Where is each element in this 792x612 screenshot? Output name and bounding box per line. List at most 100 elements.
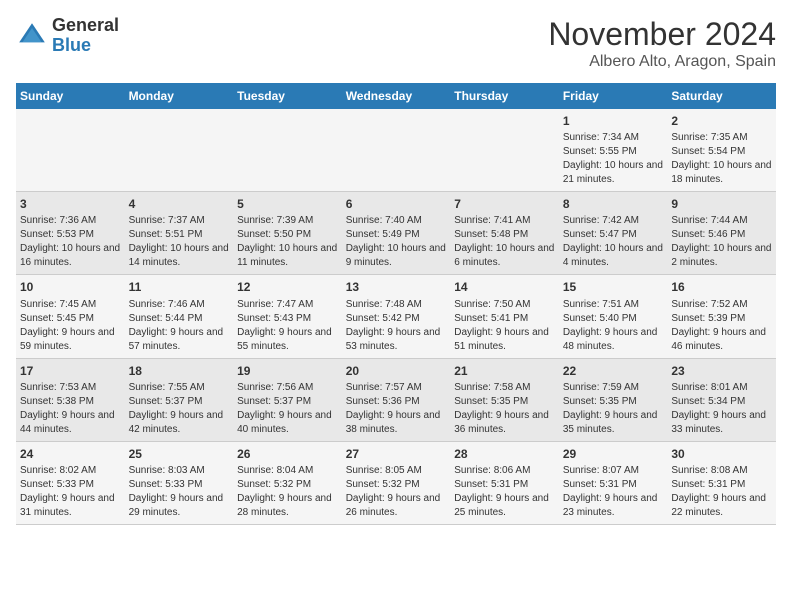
calendar-cell: 16 Sunrise: 7:52 AM Sunset: 5:39 PM Dayli… <box>667 275 776 358</box>
calendar-cell: 18Sunrise: 7:55 AM Sunset: 5:37 PM Dayli… <box>125 358 234 441</box>
calendar-week-row: 1Sunrise: 7:34 AM Sunset: 5:55 PM Daylig… <box>16 109 776 192</box>
day-number: 7 <box>454 196 555 212</box>
title-block: November 2024 Albero Alto, Aragon, Spain <box>548 16 776 71</box>
calendar-cell: 28 Sunrise: 8:06 AM Sunset: 5:31 PM Dayli… <box>450 441 559 524</box>
logo-text: General Blue <box>52 16 119 56</box>
day-info: Sunrise: 7:47 AM Sunset: 5:43 PM Dayligh… <box>237 298 338 354</box>
calendar-header-row: SundayMondayTuesdayWednesdayThursdayFrid… <box>16 83 776 109</box>
logo-icon <box>16 20 48 52</box>
day-info: Sunrise: 7:35 AM Sunset: 5:54 PM Dayligh… <box>671 131 772 187</box>
calendar-week-row: 24 Sunrise: 8:02 AM Sunset: 5:33 PM Dayli… <box>16 441 776 524</box>
calendar-cell: 23Sunrise: 8:01 AM Sunset: 5:34 PM Dayli… <box>667 358 776 441</box>
logo: General Blue <box>16 16 119 56</box>
day-number: 14 <box>454 279 555 295</box>
calendar-cell: 10 Sunrise: 7:45 AM Sunset: 5:45 PM Dayli… <box>16 275 125 358</box>
calendar-cell: 7 Sunrise: 7:41 AM Sunset: 5:48 PM Daylig… <box>450 192 559 275</box>
day-info: Sunrise: 7:42 AM Sunset: 5:47 PM Dayligh… <box>563 214 664 270</box>
day-info: Sunrise: 7:41 AM Sunset: 5:48 PM Dayligh… <box>454 214 555 270</box>
location-subtitle: Albero Alto, Aragon, Spain <box>548 53 776 71</box>
day-number: 22 <box>563 363 664 379</box>
day-info: Sunrise: 7:50 AM Sunset: 5:41 PM Dayligh… <box>454 298 555 354</box>
day-info: Sunrise: 8:05 AM Sunset: 5:32 PM Dayligh… <box>346 464 447 520</box>
day-header-monday: Monday <box>125 83 234 109</box>
calendar-week-row: 17 Sunrise: 7:53 AM Sunset: 5:38 PM Dayli… <box>16 358 776 441</box>
calendar-cell: 11 Sunrise: 7:46 AM Sunset: 5:44 PM Dayli… <box>125 275 234 358</box>
calendar-cell: 15 Sunrise: 7:51 AM Sunset: 5:40 PM Dayli… <box>559 275 668 358</box>
day-number: 12 <box>237 279 338 295</box>
day-number: 6 <box>346 196 447 212</box>
day-number: 27 <box>346 446 447 462</box>
day-info: Sunrise: 8:02 AM Sunset: 5:33 PM Dayligh… <box>20 464 121 520</box>
calendar-cell: 20 Sunrise: 7:57 AM Sunset: 5:36 PM Dayli… <box>342 358 451 441</box>
calendar-cell <box>342 109 451 192</box>
day-number: 5 <box>237 196 338 212</box>
day-number: 11 <box>129 279 230 295</box>
day-number: 16 <box>671 279 772 295</box>
calendar-cell: 30 Sunrise: 8:08 AM Sunset: 5:31 PM Dayli… <box>667 441 776 524</box>
calendar-cell: 13 Sunrise: 7:48 AM Sunset: 5:42 PM Dayli… <box>342 275 451 358</box>
day-number: 26 <box>237 446 338 462</box>
calendar-week-row: 10 Sunrise: 7:45 AM Sunset: 5:45 PM Dayli… <box>16 275 776 358</box>
day-info: Sunrise: 7:57 AM Sunset: 5:36 PM Dayligh… <box>346 381 447 437</box>
day-number: 17 <box>20 363 121 379</box>
day-number: 10 <box>20 279 121 295</box>
day-number: 19 <box>237 363 338 379</box>
calendar-cell <box>450 109 559 192</box>
calendar-week-row: 3 Sunrise: 7:36 AM Sunset: 5:53 PM Daylig… <box>16 192 776 275</box>
day-info: Sunrise: 8:07 AM Sunset: 5:31 PM Dayligh… <box>563 464 664 520</box>
day-info: Sunrise: 7:51 AM Sunset: 5:40 PM Dayligh… <box>563 298 664 354</box>
day-number: 29 <box>563 446 664 462</box>
day-info: Sunrise: 7:55 AM Sunset: 5:37 PM Dayligh… <box>129 381 230 437</box>
day-number: 4 <box>129 196 230 212</box>
logo-blue: Blue <box>52 36 119 56</box>
calendar-cell: 25 Sunrise: 8:03 AM Sunset: 5:33 PM Dayli… <box>125 441 234 524</box>
calendar-cell: 8 Sunrise: 7:42 AM Sunset: 5:47 PM Daylig… <box>559 192 668 275</box>
calendar-cell: 3 Sunrise: 7:36 AM Sunset: 5:53 PM Daylig… <box>16 192 125 275</box>
calendar-cell: 1Sunrise: 7:34 AM Sunset: 5:55 PM Daylig… <box>559 109 668 192</box>
day-info: Sunrise: 7:45 AM Sunset: 5:45 PM Dayligh… <box>20 298 121 354</box>
calendar-cell: 19 Sunrise: 7:56 AM Sunset: 5:37 PM Dayli… <box>233 358 342 441</box>
month-title: November 2024 <box>548 16 776 53</box>
day-number: 28 <box>454 446 555 462</box>
day-info: Sunrise: 7:58 AM Sunset: 5:35 PM Dayligh… <box>454 381 555 437</box>
day-info: Sunrise: 7:46 AM Sunset: 5:44 PM Dayligh… <box>129 298 230 354</box>
calendar-cell: 21 Sunrise: 7:58 AM Sunset: 5:35 PM Dayli… <box>450 358 559 441</box>
calendar-cell <box>16 109 125 192</box>
calendar-cell: 12 Sunrise: 7:47 AM Sunset: 5:43 PM Dayli… <box>233 275 342 358</box>
logo-general: General <box>52 16 119 36</box>
page-header: General Blue November 2024 Albero Alto, … <box>16 16 776 71</box>
day-info: Sunrise: 7:40 AM Sunset: 5:49 PM Dayligh… <box>346 214 447 270</box>
calendar-cell: 5Sunrise: 7:39 AM Sunset: 5:50 PM Daylig… <box>233 192 342 275</box>
calendar-cell: 26 Sunrise: 8:04 AM Sunset: 5:32 PM Dayli… <box>233 441 342 524</box>
day-info: Sunrise: 7:56 AM Sunset: 5:37 PM Dayligh… <box>237 381 338 437</box>
day-info: Sunrise: 7:52 AM Sunset: 5:39 PM Dayligh… <box>671 298 772 354</box>
day-number: 30 <box>671 446 772 462</box>
day-header-saturday: Saturday <box>667 83 776 109</box>
day-number: 21 <box>454 363 555 379</box>
day-info: Sunrise: 7:34 AM Sunset: 5:55 PM Dayligh… <box>563 131 664 187</box>
calendar-cell: 27 Sunrise: 8:05 AM Sunset: 5:32 PM Dayli… <box>342 441 451 524</box>
day-header-tuesday: Tuesday <box>233 83 342 109</box>
calendar-cell: 6 Sunrise: 7:40 AM Sunset: 5:49 PM Daylig… <box>342 192 451 275</box>
day-header-thursday: Thursday <box>450 83 559 109</box>
day-number: 23 <box>671 363 772 379</box>
day-number: 13 <box>346 279 447 295</box>
day-header-wednesday: Wednesday <box>342 83 451 109</box>
day-header-sunday: Sunday <box>16 83 125 109</box>
day-info: Sunrise: 7:36 AM Sunset: 5:53 PM Dayligh… <box>20 214 121 270</box>
day-number: 3 <box>20 196 121 212</box>
day-info: Sunrise: 8:04 AM Sunset: 5:32 PM Dayligh… <box>237 464 338 520</box>
day-info: Sunrise: 8:03 AM Sunset: 5:33 PM Dayligh… <box>129 464 230 520</box>
calendar-cell: 9Sunrise: 7:44 AM Sunset: 5:46 PM Daylig… <box>667 192 776 275</box>
day-number: 20 <box>346 363 447 379</box>
day-info: Sunrise: 8:08 AM Sunset: 5:31 PM Dayligh… <box>671 464 772 520</box>
day-number: 15 <box>563 279 664 295</box>
day-info: Sunrise: 8:06 AM Sunset: 5:31 PM Dayligh… <box>454 464 555 520</box>
calendar-table: SundayMondayTuesdayWednesdayThursdayFrid… <box>16 83 776 525</box>
day-number: 8 <box>563 196 664 212</box>
day-number: 24 <box>20 446 121 462</box>
calendar-cell: 14 Sunrise: 7:50 AM Sunset: 5:41 PM Dayli… <box>450 275 559 358</box>
day-info: Sunrise: 7:48 AM Sunset: 5:42 PM Dayligh… <box>346 298 447 354</box>
day-number: 25 <box>129 446 230 462</box>
day-info: Sunrise: 7:53 AM Sunset: 5:38 PM Dayligh… <box>20 381 121 437</box>
